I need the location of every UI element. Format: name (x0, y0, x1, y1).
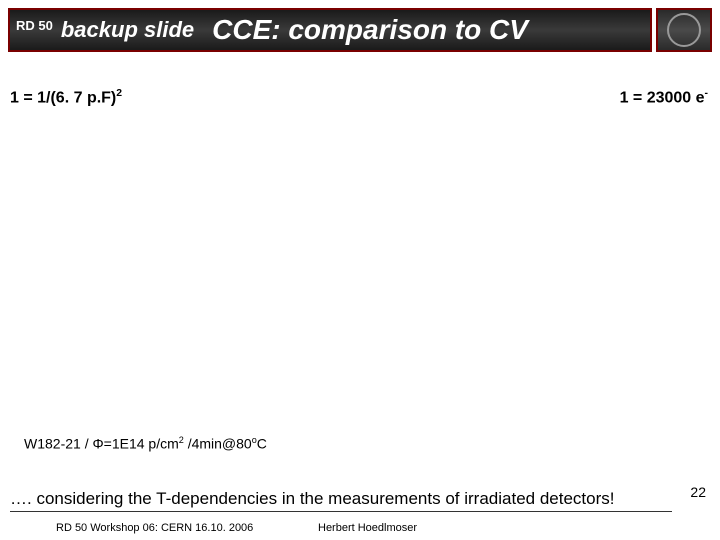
left-eq-exponent: 2 (116, 88, 122, 99)
left-eq-base: 1 = 1/(6. 7 p.F) (10, 89, 116, 106)
sample-spec-line: W182-21 / Φ=1E14 p/cm2 /4min@80oC (24, 435, 267, 452)
cern-logo-icon (667, 13, 701, 47)
sample-p1: W182-21 / Φ=1E14 p/cm (24, 436, 179, 452)
right-equation: 1 = 23000 e- (620, 88, 708, 107)
footer-event: RD 50 Workshop 06: CERN 16.10. 2006 (56, 522, 253, 534)
right-eq-sup: - (705, 88, 708, 99)
footer-author: Herbert Hoedlmoser (318, 522, 417, 534)
rd50-badge: RD 50 (16, 18, 53, 33)
slide-title: CCE: comparison to CV (212, 14, 528, 46)
sample-p2: /4min@80 (184, 436, 252, 452)
sample-p3: C (257, 436, 267, 452)
right-eq-base: 1 = 23000 e (620, 89, 705, 106)
title-bar: RD 50 backup slide CCE: comparison to CV (8, 8, 652, 52)
cern-logo (656, 8, 712, 52)
page-number: 22 (690, 484, 706, 500)
footnote-text: …. considering the T-dependencies in the… (10, 488, 672, 512)
backup-slide-label: backup slide (61, 17, 194, 43)
left-equation: 1 = 1/(6. 7 p.F)2 (10, 88, 122, 107)
